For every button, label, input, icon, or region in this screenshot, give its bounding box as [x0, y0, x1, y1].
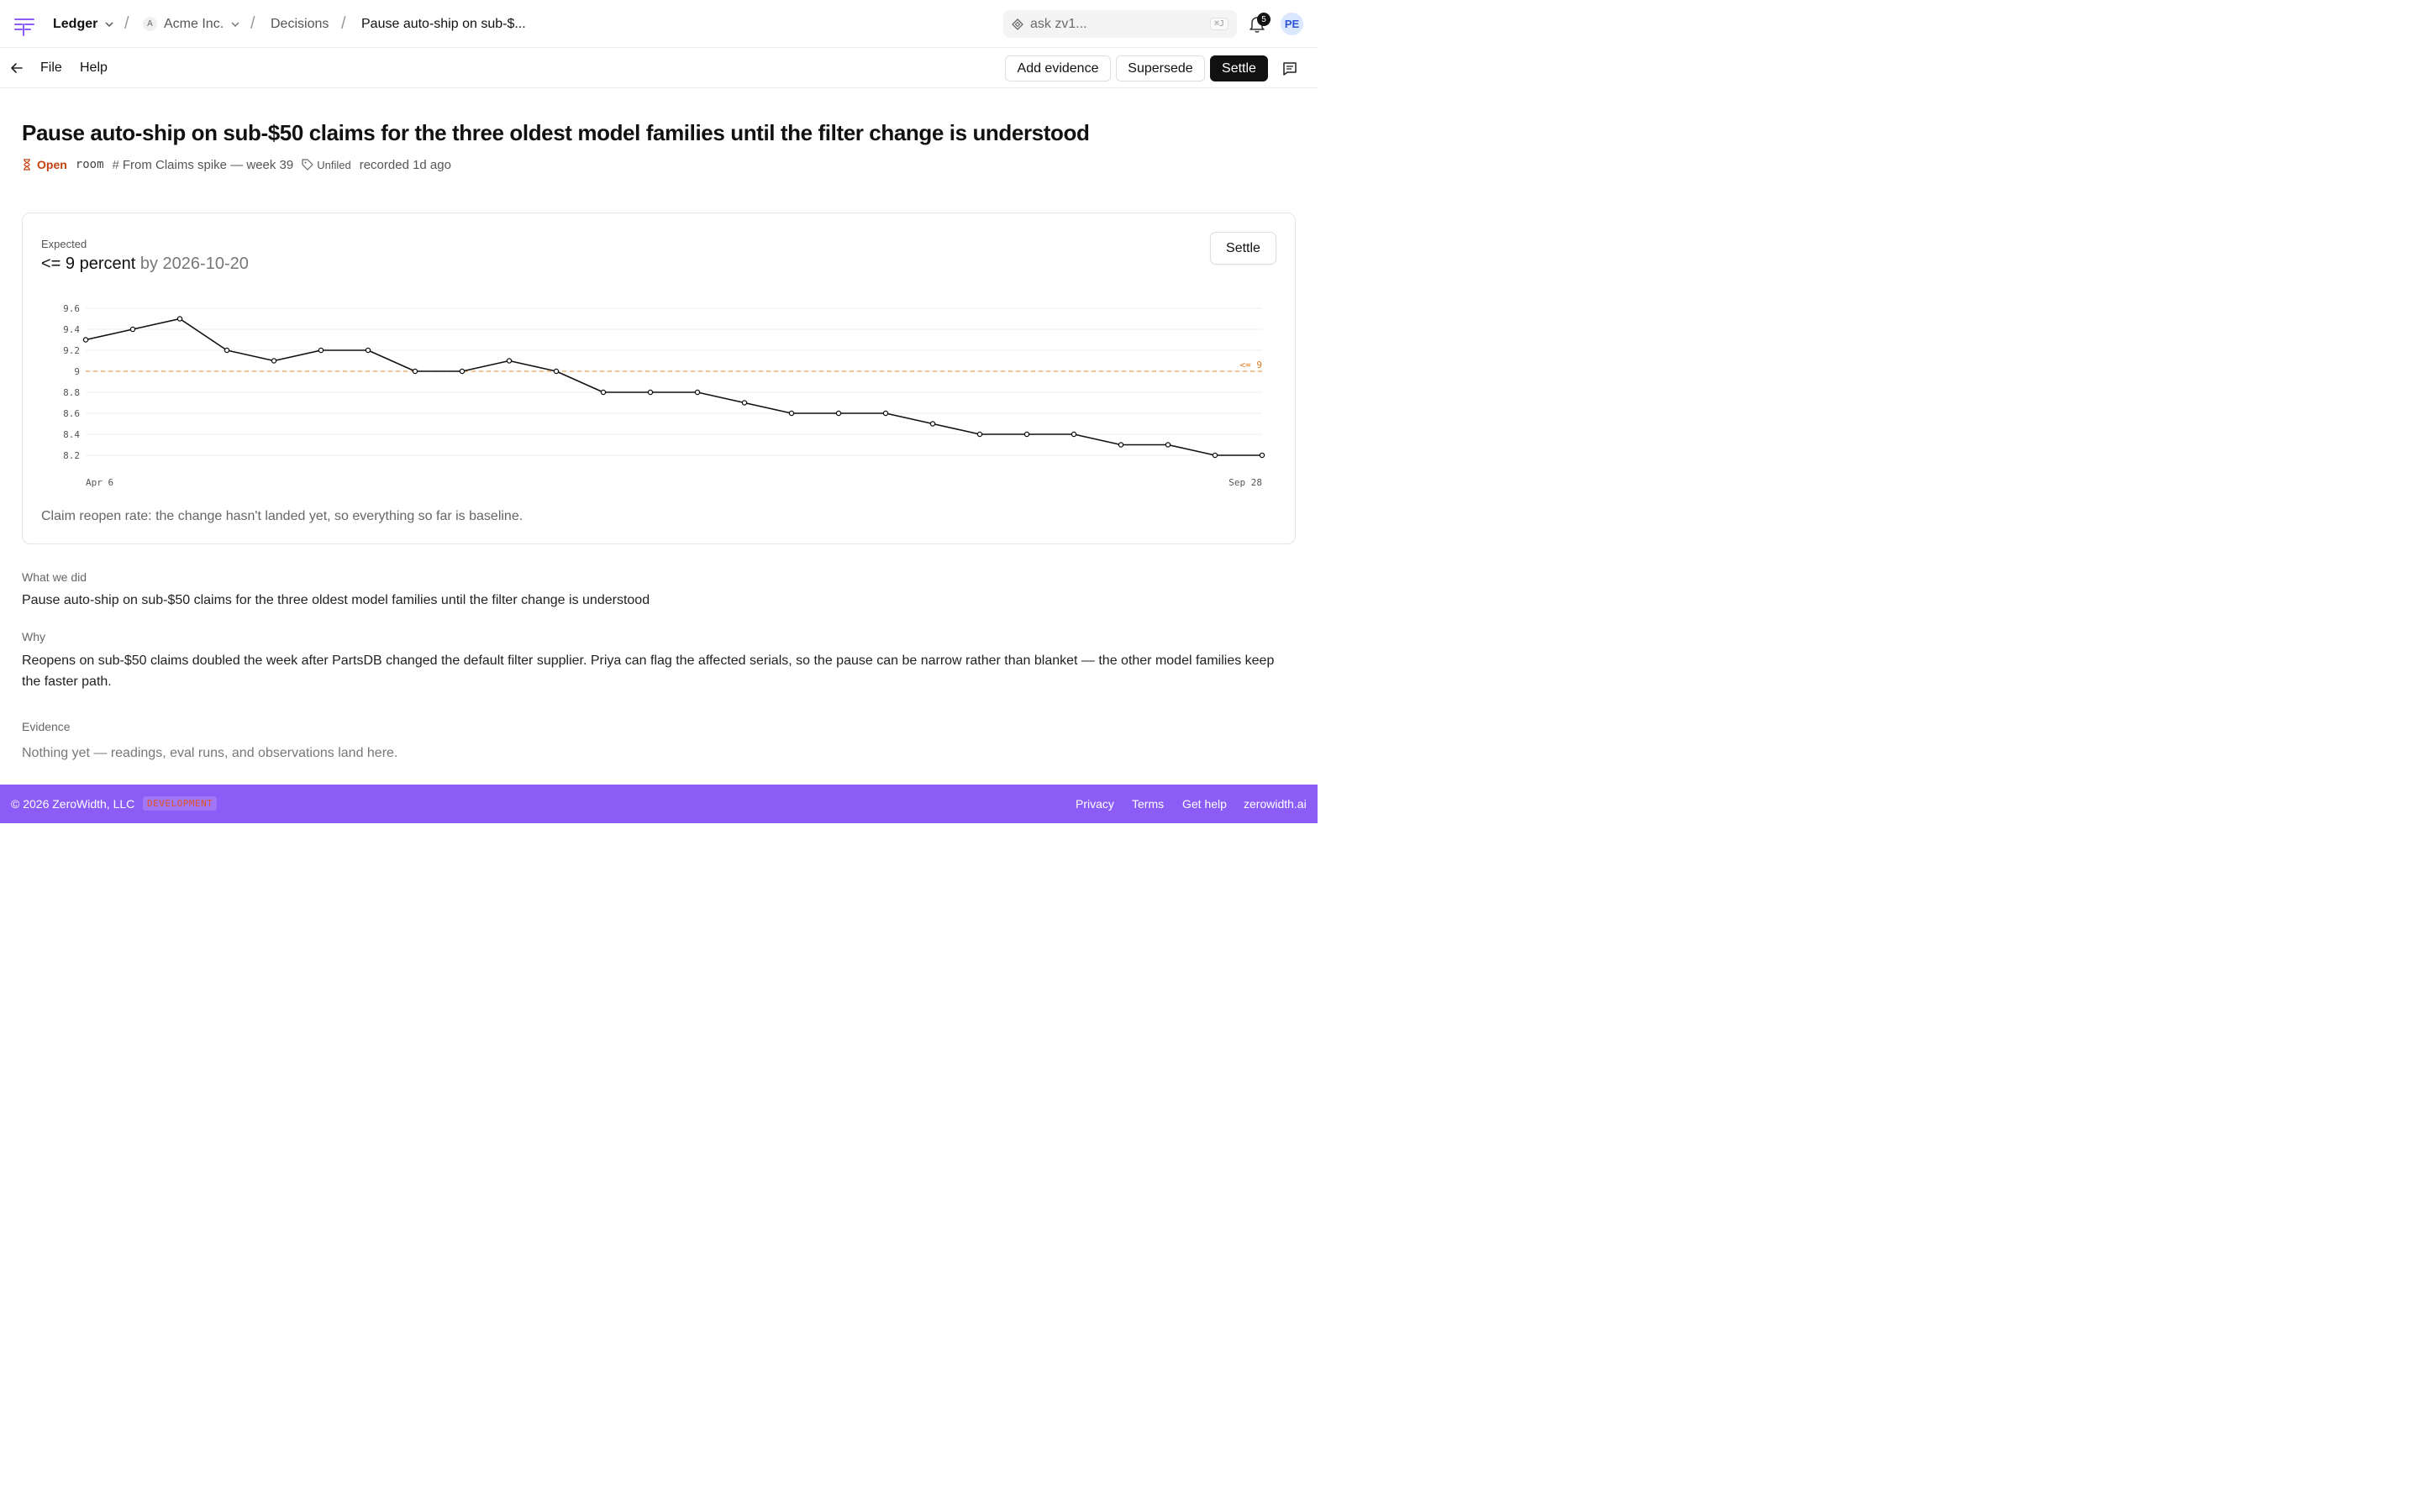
help-link[interactable]: Get help [1182, 797, 1227, 811]
workspace-name: Ledger [53, 16, 98, 31]
reopen-rate-chart: 9.6 9.4 9.2 9 8.8 8.6 8.4 8.2 <= 9 Apr 6 Sep 28 [63, 303, 1265, 488]
y-tick-label: 8.4 [63, 429, 80, 440]
org-avatar: A [143, 17, 157, 31]
data-point [694, 389, 701, 396]
notification-badge: 5 [1257, 13, 1270, 26]
data-point [600, 389, 607, 396]
y-tick-label: 8.6 [63, 408, 80, 419]
what-text: Pause auto-ship on sub-$50 claims for th… [22, 593, 650, 607]
y-tick-label: 9.2 [63, 345, 80, 356]
tag-icon [302, 159, 313, 171]
data-point [788, 410, 795, 417]
chevron-down-icon [231, 21, 239, 27]
x-start-label: Apr 6 [86, 477, 113, 488]
tag-label[interactable]: Unfiled [317, 159, 350, 171]
hash-icon: # [112, 157, 119, 172]
breadcrumb-separator: / [250, 14, 255, 33]
search-shortcut: ⌘J [1209, 18, 1228, 30]
supersede-button[interactable]: Supersede [1116, 55, 1205, 81]
data-point [1212, 452, 1218, 459]
why-text: Reopens on sub-$50 claims doubled the we… [22, 654, 1275, 689]
data-point [929, 421, 936, 427]
breadcrumb-decisions[interactable]: Decisions [271, 0, 329, 48]
data-point [365, 347, 371, 354]
data-point [647, 389, 654, 396]
data-point [129, 326, 136, 333]
site-link[interactable]: zerowidth.ai [1244, 797, 1307, 811]
data-point [835, 410, 842, 417]
decision-meta: Open room # From Claims spike — week 39 … [22, 156, 451, 173]
data-point [224, 347, 230, 354]
data-point [318, 347, 324, 354]
workspace-switcher[interactable]: Ledger [53, 0, 114, 48]
file-menu[interactable]: File [40, 60, 62, 76]
y-tick-label: 9 [74, 366, 80, 377]
data-point [82, 337, 89, 343]
breadcrumb-current-label: Pause auto-ship on sub-$... [361, 16, 526, 31]
toolbar: File Help Add evidence Supersede Settle [0, 48, 1318, 88]
back-arrow-icon[interactable] [8, 60, 25, 76]
terms-link[interactable]: Terms [1132, 797, 1164, 811]
hourglass-icon [24, 159, 30, 171]
evidence-label: Evidence [22, 720, 71, 733]
breadcrumb-decisions-label: Decisions [271, 16, 329, 31]
source-link[interactable]: From Claims spike — week 39 [123, 158, 293, 172]
data-point [1259, 452, 1265, 459]
y-tick-label: 8.2 [63, 450, 80, 461]
user-avatar[interactable]: PE [1281, 13, 1303, 35]
comment-icon[interactable] [1281, 60, 1298, 77]
threshold-label: <= 9 [1240, 360, 1263, 370]
what-label: What we did [22, 570, 87, 584]
y-tick-label: 8.8 [63, 387, 80, 398]
series-line [85, 318, 1262, 456]
data-point [459, 368, 466, 375]
evidence-empty-text: Nothing yet — readings, eval runs, and o… [22, 746, 398, 760]
breadcrumb-current: Pause auto-ship on sub-$... [361, 0, 526, 48]
visibility-label: room [75, 158, 104, 171]
why-label: Why [22, 630, 45, 643]
data-point [553, 368, 560, 375]
environment-badge: DEVELOPMENT [143, 796, 218, 811]
chart-caption: Claim reopen rate: the change hasn't lan… [41, 509, 523, 523]
recorded-time: recorded 1d ago [359, 157, 451, 172]
x-end-label: Sep 28 [1228, 477, 1262, 488]
settle-button[interactable]: Settle [1210, 55, 1268, 81]
data-point [1023, 431, 1030, 438]
search-input[interactable]: ask zv1... ⌘J [1003, 10, 1237, 38]
chevron-down-icon [105, 21, 113, 27]
org-name: Acme Inc. [164, 16, 224, 31]
help-menu[interactable]: Help [80, 60, 108, 76]
data-point [882, 410, 889, 417]
data-point [741, 400, 748, 406]
copyright: © 2026 ZeroWidth, LLC [11, 797, 135, 811]
data-point [1071, 431, 1077, 438]
data-point [1118, 442, 1124, 448]
data-point [271, 358, 277, 364]
data-point [1165, 442, 1171, 448]
expectation-card: Expected <= 9 percent by 2026-10-20 Sett… [22, 213, 1296, 544]
status-badge: Open [37, 158, 67, 171]
decision-title: Pause auto-ship on sub-$50 claims for th… [22, 120, 1090, 145]
org-switcher[interactable]: A Acme Inc. [143, 0, 240, 48]
privacy-link[interactable]: Privacy [1076, 797, 1114, 811]
footer: © 2026 ZeroWidth, LLC DEVELOPMENT Privac… [0, 785, 1318, 823]
zerowidth-logo-icon[interactable] [13, 17, 35, 37]
data-point [976, 431, 983, 438]
y-tick-label: 9.6 [63, 303, 80, 314]
data-point [506, 358, 513, 364]
top-bar: Ledger / A Acme Inc. / Decisions / Pause… [0, 0, 1318, 48]
sparkle-icon [1012, 18, 1023, 30]
y-tick-label: 9.4 [63, 324, 80, 335]
breadcrumb-separator: / [124, 14, 129, 33]
breadcrumb-separator: / [341, 14, 346, 33]
data-point [176, 316, 183, 322]
add-evidence-button[interactable]: Add evidence [1005, 55, 1111, 81]
search-placeholder: ask zv1... [1030, 16, 1087, 31]
data-point [412, 368, 418, 375]
